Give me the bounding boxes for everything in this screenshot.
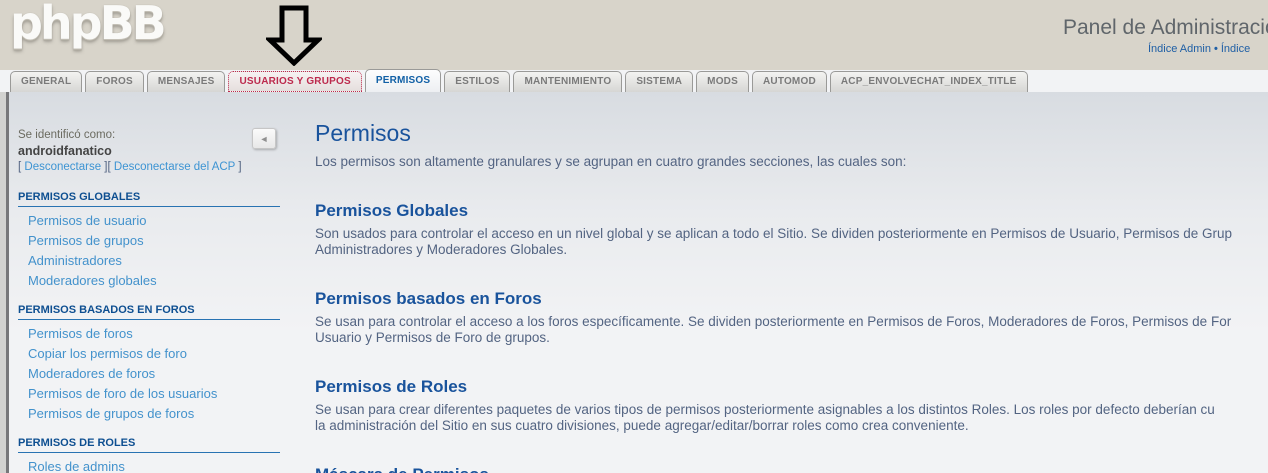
bracket: ][ xyxy=(101,161,114,173)
sidebar-item-permisos-de-foro-usuarios[interactable]: Permisos de foro de los usuarios xyxy=(18,384,280,404)
content: Permisos Los permisos son altamente gran… xyxy=(315,120,1268,473)
tab-acp-envolvechat[interactable]: ACP_ENVOLVECHAT_INDEX_TITLE xyxy=(829,71,1028,92)
tab-permisos[interactable]: PERMISOS xyxy=(364,69,442,92)
indice-link[interactable]: Índice xyxy=(1221,43,1250,55)
tab-mensajes[interactable]: MENSAJES xyxy=(146,71,226,92)
phpbb-logo: phpBB xyxy=(10,0,167,50)
bracket: ] xyxy=(235,161,242,173)
username: androidfanatico xyxy=(18,144,112,158)
tab-general[interactable]: GENERAL xyxy=(10,71,83,92)
sidebar-menu: PERMISOS GLOBALES Permisos de usuario Pe… xyxy=(18,191,280,473)
section-mascara-de-permisos: Máscara de Permisos Se usa para ver el e… xyxy=(315,465,1268,473)
intro-text: Los permisos son altamente granulares y … xyxy=(315,154,907,169)
sidebar-item-permisos-de-usuario[interactable]: Permisos de usuario xyxy=(18,211,280,231)
sidebar-item-roles-de-admins[interactable]: Roles de admins xyxy=(18,457,280,473)
section-heading: Permisos basados en Foros xyxy=(315,289,542,308)
annotation-down-arrow-icon xyxy=(266,5,322,66)
section-heading: Permisos de Roles xyxy=(315,377,468,396)
menu-section-permisos-globales: PERMISOS GLOBALES Permisos de usuario Pe… xyxy=(18,191,280,291)
logout-acp-link[interactable]: Desconectarse del ACP xyxy=(114,161,235,173)
logout-links: [ Desconectarse ][ Desconectarse del ACP… xyxy=(18,159,280,175)
paragraph-line: Se usan para controlar el acceso a los f… xyxy=(315,314,1232,329)
logout-link[interactable]: Desconectarse xyxy=(24,161,101,173)
sidebar-item-copiar-permisos-de-foro[interactable]: Copiar los permisos de foro xyxy=(18,344,280,364)
header: phpBB Panel de Administración Índice Adm… xyxy=(0,0,1268,70)
tab-mods[interactable]: MODS xyxy=(696,71,749,92)
admin-panel-title: Panel de Administración xyxy=(1063,16,1268,39)
sidebar-item-permisos-de-foros[interactable]: Permisos de foros xyxy=(18,324,280,344)
indice-admin-link[interactable]: Índice Admin xyxy=(1148,43,1211,55)
sidebar-item-administradores[interactable]: Administradores xyxy=(18,251,280,271)
section-heading: Permisos Globales xyxy=(315,201,469,220)
admin-subnav: Índice Admin • Índice xyxy=(1148,43,1250,55)
paragraph-line: Son usados para controlar el acceso en u… xyxy=(315,226,1233,241)
tab-automod[interactable]: AUTOMOD xyxy=(751,71,827,92)
panel-left-border xyxy=(6,92,9,473)
page-title: Permisos xyxy=(315,120,411,146)
paragraph-line: Administradores y Moderadores Globales. xyxy=(315,242,568,257)
tab-sistema[interactable]: SISTEMA xyxy=(625,71,694,92)
menu-section-title: PERMISOS DE ROLES xyxy=(18,437,280,453)
sidebar-item-moderadores-de-foros[interactable]: Moderadores de foros xyxy=(18,364,280,384)
tab-estilos[interactable]: ESTILOS xyxy=(444,71,511,92)
section-heading: Máscara de Permisos xyxy=(315,465,1268,473)
paragraph-line: la administración del Sitio en sus cuatr… xyxy=(315,418,969,433)
section-permisos-globales: Permisos Globales Son usados para contro… xyxy=(315,201,1268,258)
login-status-block: Se identificó como: androidfanatico [ De… xyxy=(18,127,280,175)
section-permisos-de-roles: Permisos de Roles Se usan para crear dif… xyxy=(315,377,1268,434)
sidebar-item-permisos-de-grupos[interactable]: Permisos de grupos xyxy=(18,231,280,251)
paragraph-line: Se usan para crear diferentes paquetes d… xyxy=(315,402,1215,417)
menu-section-permisos-de-roles: PERMISOS DE ROLES Roles de admins xyxy=(18,437,280,473)
login-status-label: Se identificó como: xyxy=(18,129,116,141)
collapse-sidebar-button[interactable]: ◄ xyxy=(252,128,276,149)
menu-section-permisos-basados-en-foros: PERMISOS BASADOS EN FOROS Permisos de fo… xyxy=(18,304,280,424)
sidebar-item-permisos-de-grupos-de-foros[interactable]: Permisos de grupos de foros xyxy=(18,404,280,424)
subnav-separator: • xyxy=(1213,43,1218,55)
acp-page: phpBB Panel de Administración Índice Adm… xyxy=(0,0,1268,473)
menu-section-title: PERMISOS GLOBALES xyxy=(18,191,280,207)
section-permisos-basados-en-foros: Permisos basados en Foros Se usan para c… xyxy=(315,289,1268,346)
paragraph-line: Usuario y Permisos de Foro de grupos. xyxy=(315,330,550,345)
header-right: Panel de Administración Índice Admin • Índ… xyxy=(1063,16,1268,55)
tab-usuarios-y-grupos[interactable]: USUARIOS Y GRUPOS xyxy=(228,71,362,92)
tab-foros[interactable]: FOROS xyxy=(85,71,144,92)
tabbar: GENERAL FOROS MENSAJES USUARIOS Y GRUPOS… xyxy=(0,69,1268,92)
sidebar-item-moderadores-globales[interactable]: Moderadores globales xyxy=(18,271,280,291)
tab-mantenimiento[interactable]: MANTENIMIENTO xyxy=(513,71,623,92)
arrow-left-icon: ◄ xyxy=(259,134,269,144)
menu-section-title: PERMISOS BASADOS EN FOROS xyxy=(18,304,280,320)
